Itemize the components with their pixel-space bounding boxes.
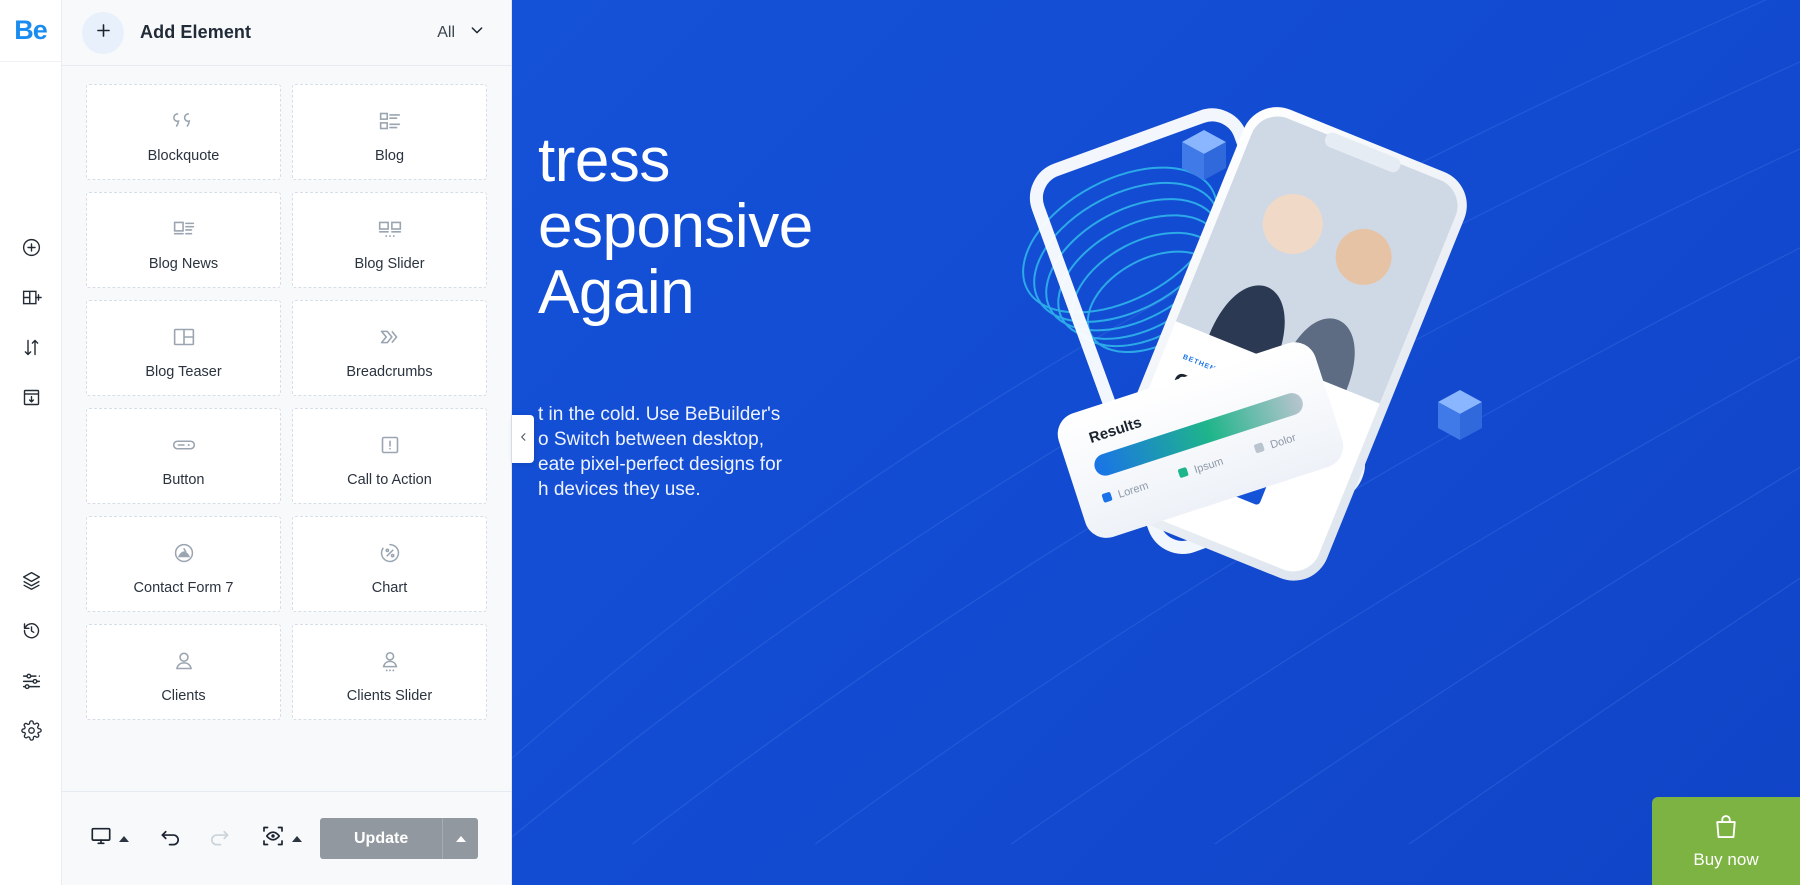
hero-body-line: h devices they use. [538,479,701,500]
chevron-down-icon [469,22,485,43]
hero-title: tress esponsive Again [538,128,1198,326]
element-label: Blog News [148,255,219,272]
settings-sliders-icon[interactable] [0,655,62,705]
element-card-button[interactable]: Button [86,408,281,504]
element-label: Contact Form 7 [133,579,234,596]
hero-body-line: eate pixel-perfect designs for [538,454,782,475]
filter-value: All [437,23,455,41]
panel-collapse-handle[interactable] [512,415,534,463]
element-card-blockquote[interactable]: Blockquote [86,84,281,180]
update-button[interactable]: Update [320,818,479,859]
brand-logo: Be [0,0,61,62]
element-card-blog-teaser[interactable]: Blog Teaser [86,300,281,396]
move-updown-icon[interactable] [0,322,62,372]
element-card-call-to-action[interactable]: Call to Action [292,408,487,504]
hero-body-line: o Switch between desktop, [538,429,765,450]
hero-title-line: tress [538,126,670,195]
eye-focus-icon [261,824,285,853]
redo-icon [208,825,231,853]
quote-icon [169,101,199,141]
hero-title-line: Again [538,258,695,327]
element-label: Blog [374,147,405,164]
redo-button[interactable] [208,825,231,853]
elements-scroll-area[interactable]: Blockquote Blog Blog News Blog Slider Bl… [62,66,511,791]
element-label: Breadcrumbs [346,363,433,380]
contact-form-icon [169,533,199,573]
element-label: Blog Teaser [145,363,222,380]
caret-up-icon [119,835,129,842]
element-card-blog-slider[interactable]: Blog Slider [292,192,487,288]
element-card-chart[interactable]: Chart [292,516,487,612]
element-label: Blockquote [147,147,220,164]
element-filter-dropdown[interactable]: All [437,22,485,43]
panel-title: Add Element [140,22,252,42]
blog-list-icon [375,101,405,141]
element-label: Call to Action [347,471,432,488]
add-section-icon[interactable] [0,222,62,272]
buy-now-label: Buy now [1693,850,1759,869]
hero-title-line: esponsive [538,192,813,261]
element-label: Chart [371,579,408,596]
gear-icon[interactable] [0,705,62,755]
exclamation-box-icon [375,425,405,465]
breadcrumbs-icon [375,317,405,357]
bottom-toolbar: Update [62,791,511,885]
person-icon [169,641,199,681]
add-column-icon[interactable] [0,272,62,322]
shopping-bag-icon [1711,812,1741,847]
element-card-blog-news[interactable]: Blog News [86,192,281,288]
rail-group-bottom [0,555,62,755]
chart-percent-icon [375,533,405,573]
person-slider-icon [375,641,405,681]
panel-header: Add Element All [62,0,511,66]
caret-up-icon [292,835,302,842]
blog-teaser-icon [169,317,199,357]
elements-grid: Blockquote Blog Blog News Blog Slider Bl… [86,84,487,720]
add-element-button[interactable] [82,11,124,54]
update-dropdown-toggle[interactable] [442,818,478,859]
hero-text-block: tress esponsive Again t in the cold. Use… [538,128,1198,502]
update-label: Update [354,829,409,847]
element-label: Blog Slider [354,255,425,272]
layers-icon[interactable] [0,555,62,605]
element-card-clients-slider[interactable]: Clients Slider [292,624,487,720]
hero-body-line: t in the cold. Use BeBuilder's [538,404,781,425]
device-preview-button[interactable] [90,825,129,852]
button-icon [169,425,199,465]
hero-body: t in the cold. Use BeBuilder's o Switch … [538,402,1058,502]
elements-panel: Add Element All Blockquote Blog Blog New… [62,0,512,885]
insert-block-icon[interactable] [0,372,62,422]
undo-icon [159,825,182,853]
rail-group-top [0,222,62,422]
bebuilder-app: Be Add Element All Blockquote Blog Blog … [0,0,1800,885]
plus-icon [94,21,113,45]
history-icon[interactable] [0,605,62,655]
element-label: Clients [161,687,206,704]
element-card-breadcrumbs[interactable]: Breadcrumbs [292,300,487,396]
left-icon-rail: Be [0,0,62,885]
buy-now-button[interactable]: Buy now [1652,797,1800,885]
blog-news-icon [169,209,199,249]
element-label: Button [162,471,205,488]
element-card-blog[interactable]: Blog [292,84,487,180]
chevron-left-icon [518,430,529,448]
blog-slider-icon [375,209,405,249]
undo-button[interactable] [159,825,182,853]
page-preview-canvas[interactable]: tress esponsive Again t in the cold. Use… [512,0,1800,885]
caret-up-icon [455,835,466,842]
element-card-clients[interactable]: Clients [86,624,281,720]
desktop-icon [90,825,112,852]
element-card-contact-form-7[interactable]: Contact Form 7 [86,516,281,612]
element-label: Clients Slider [346,687,433,704]
preview-button[interactable] [261,824,302,853]
